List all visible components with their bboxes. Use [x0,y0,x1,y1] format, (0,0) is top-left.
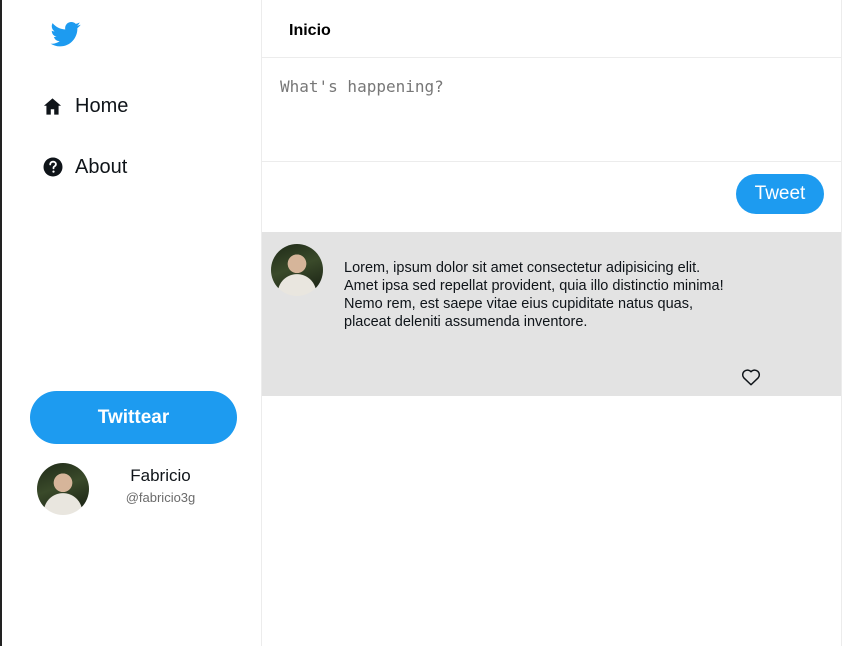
sidebar: Home About Twittear Fabricio @fabricio3g [2,0,261,646]
tweet-text: Lorem, ipsum dolor sit amet consectetur … [344,260,724,330]
compose-box [262,58,841,162]
main-column: Inicio Tweet Lorem, ipsum dolor sit amet… [262,0,841,646]
sidebar-item-label: Home [75,94,129,117]
heart-outline-icon [741,369,761,389]
tweet-card: Lorem, ipsum dolor sit amet consectetur … [262,232,841,396]
compose-actions: Tweet [262,163,841,232]
sidebar-item-about[interactable]: About [42,152,127,182]
profile-name: Fabricio [130,466,191,485]
main-right-border [841,0,842,646]
tweet-avatar[interactable] [271,244,323,296]
tweet-input[interactable] [262,58,841,161]
question-circle-icon [42,157,63,178]
avatar[interactable] [37,463,89,515]
sidebar-item-label: About [75,155,128,178]
profile-handle: @fabricio3g [125,490,196,505]
page-title: Inicio [289,22,331,39]
like-button[interactable] [740,368,762,388]
twitter-bird-icon[interactable] [48,19,84,49]
page-header: Inicio [262,0,841,58]
home-icon [42,96,63,117]
tweet-button[interactable]: Tweet [736,174,824,214]
twittear-button[interactable]: Twittear [30,391,237,444]
sidebar-item-home[interactable]: Home [42,91,128,121]
